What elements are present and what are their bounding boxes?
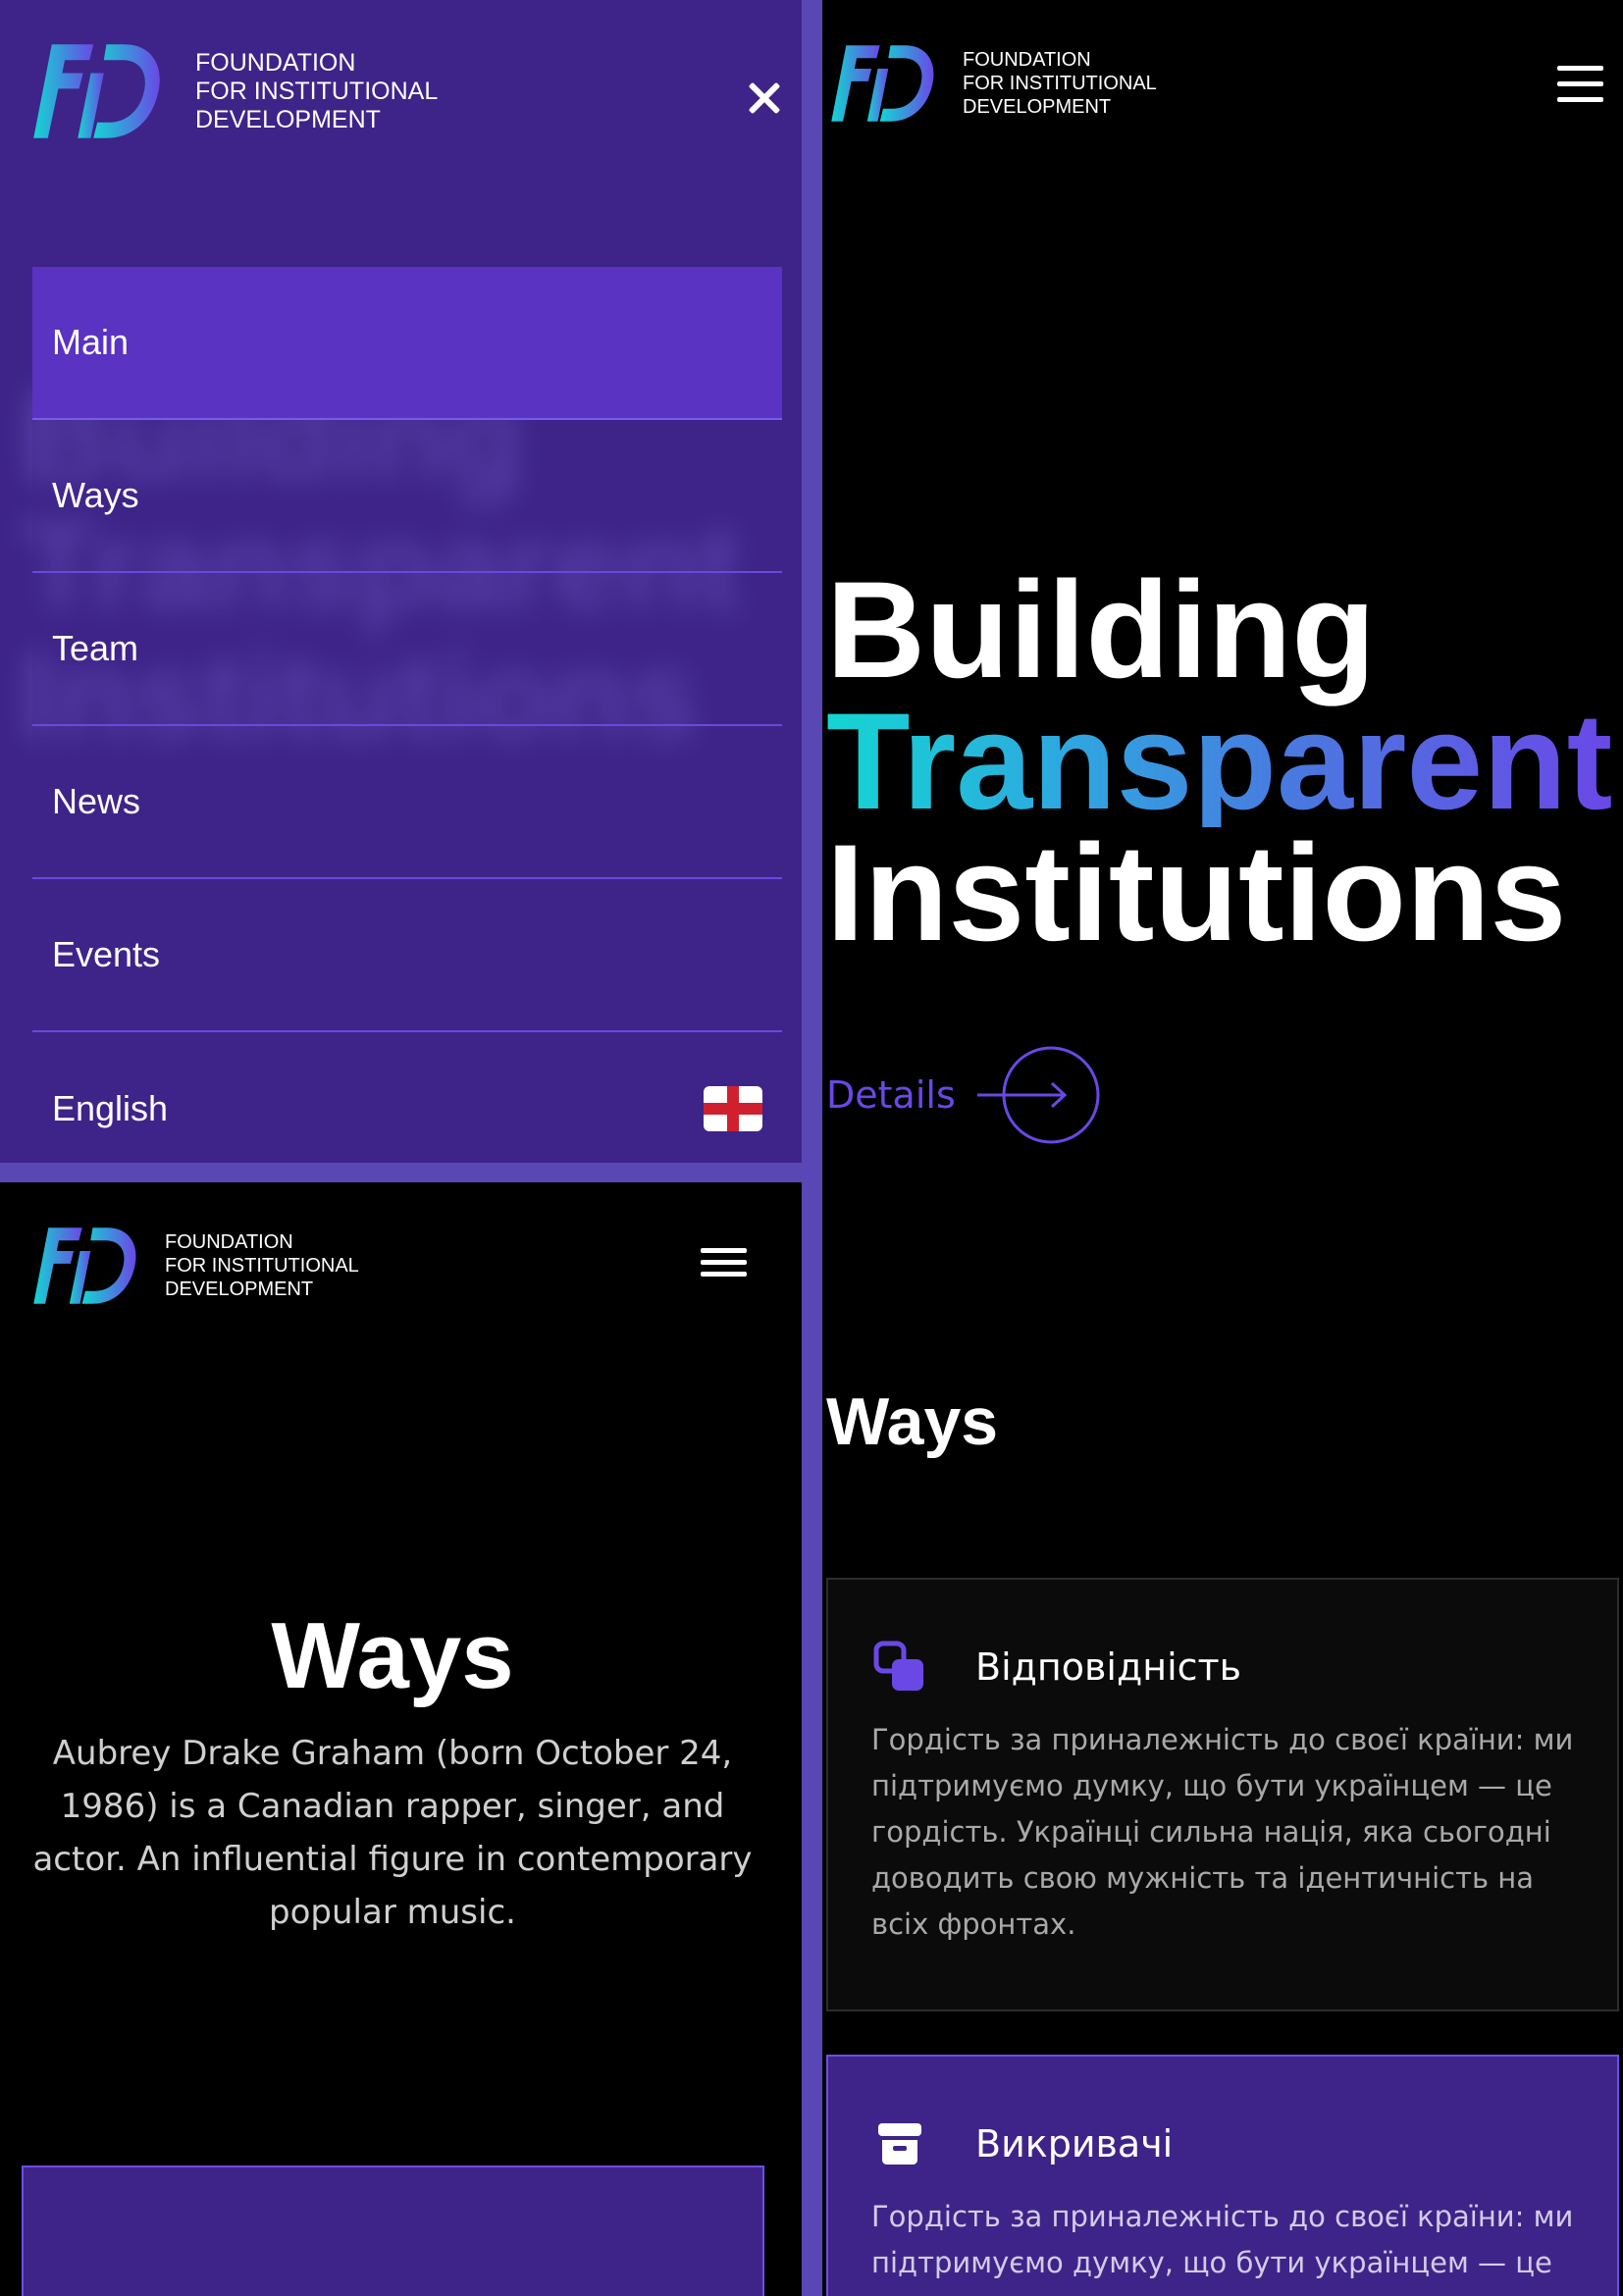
logo[interactable]: FOUNDATION FOR INSTITUTIONAL DEVELOPMENT (32, 1224, 359, 1308)
ways-section-title: Ways (826, 1384, 999, 1459)
logo[interactable]: FOUNDATION FOR INSTITUTIONAL DEVELOPMENT (830, 41, 1157, 126)
close-menu-button[interactable] (743, 77, 786, 120)
way-card-text: Гордість за приналежність до своєї країн… (871, 1723, 1574, 1941)
main-menu: Main Ways Team News Events English (32, 267, 782, 1163)
menu-item-main[interactable]: Main (32, 267, 782, 420)
hero-line-2: Transparent (826, 684, 1613, 838)
way-card[interactable] (22, 2166, 764, 2296)
ways-title: Ways (271, 1603, 514, 1708)
logo-text: FOUNDATION FOR INSTITUTIONAL DEVELOPMENT (963, 49, 1157, 118)
hamburger-menu-icon[interactable] (1557, 66, 1603, 102)
details-label: Details (826, 1073, 956, 1117)
way-card[interactable]: Викривачі Гордість за приналежність до с… (826, 2055, 1619, 2296)
menu-item-team[interactable]: Team (32, 573, 782, 726)
way-card-title: Відповідність (975, 1645, 1242, 1689)
menu-panel: Building Transparent Institutions FOUNDA… (0, 0, 802, 1163)
hamburger-menu-icon[interactable] (701, 1248, 747, 1277)
fid-logo-icon (831, 45, 934, 122)
hero-title: Building Transparent Institutions (826, 552, 1613, 969)
logo[interactable]: FOUNDATION FOR INSTITUTIONAL DEVELOPMENT (32, 39, 438, 143)
menu-item-news[interactable]: News (32, 726, 782, 879)
archive-icon (871, 2115, 928, 2172)
way-card[interactable]: Відповідність Гордість за приналежність … (826, 1578, 1619, 2011)
ways-panel: FOUNDATION FOR INSTITUTIONAL DEVELOPMENT… (0, 1182, 802, 2296)
way-card-text: Гордість за приналежність до своєї країн… (871, 2200, 1574, 2279)
language-selector[interactable]: English (32, 1032, 782, 1163)
way-card-title: Викривачі (975, 2122, 1174, 2166)
logo-text: FOUNDATION FOR INSTITUTIONAL DEVELOPMENT (195, 48, 439, 133)
england-flag-icon (704, 1086, 762, 1131)
fid-logo-icon (33, 44, 160, 138)
logo-text: FOUNDATION FOR INSTITUTIONAL DEVELOPMENT (165, 1231, 359, 1300)
menu-item-ways[interactable]: Ways (32, 420, 782, 573)
arrow-right-circle-icon (976, 1046, 1100, 1144)
home-panel: FOUNDATION FOR INSTITUTIONAL DEVELOPMENT… (822, 0, 1623, 2296)
fid-logo-icon (33, 1227, 136, 1304)
hero-line-3: Institutions (826, 815, 1567, 969)
menu-item-events[interactable]: Events (32, 879, 782, 1032)
layers-icon (871, 1639, 928, 1696)
hero-line-1: Building (826, 552, 1376, 706)
ways-description: Aubrey Drake Graham (born October 24, 19… (32, 1734, 753, 1932)
details-link[interactable]: Details (826, 1044, 1103, 1146)
